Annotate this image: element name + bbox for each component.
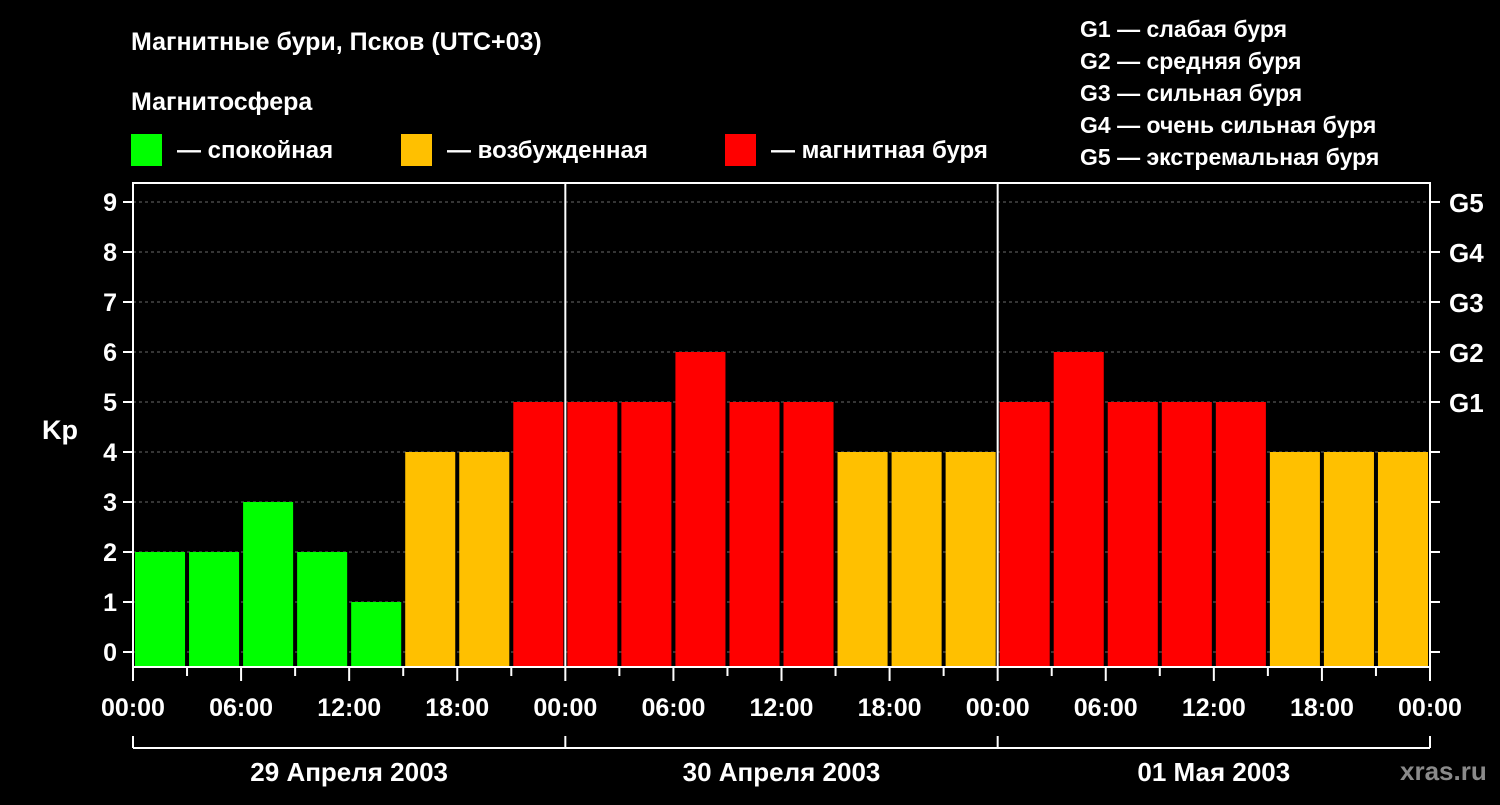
kp-bar xyxy=(567,402,618,667)
kp-bar xyxy=(837,452,888,667)
kp-bar xyxy=(297,552,348,667)
x-tick-label: 18:00 xyxy=(425,694,489,722)
g-scale-label: G4 xyxy=(1449,238,1484,268)
day-label: 30 Апреля 2003 xyxy=(683,757,881,787)
g-legend-g3: G3 — сильная буря xyxy=(1080,80,1302,106)
kp-bar xyxy=(783,402,834,667)
kp-bar xyxy=(1215,402,1266,667)
kp-chart: Магнитные бури, Псков (UTC+03) Магнитосф… xyxy=(42,16,1487,787)
kp-bar xyxy=(621,402,672,667)
legend-swatch-quiet xyxy=(131,134,162,166)
legend-swatch-storm xyxy=(725,134,756,166)
g-scale-label: G2 xyxy=(1449,338,1484,368)
kp-bar xyxy=(729,402,780,667)
chart-container: Магнитные бури, Псков (UTC+03) Магнитосф… xyxy=(0,0,1500,800)
kp-bar xyxy=(1269,452,1320,667)
legend-label-quiet: — спокойная xyxy=(177,137,333,164)
y-tick-label: 6 xyxy=(103,339,117,367)
x-tick-label: 12:00 xyxy=(750,694,814,722)
x-tick-label: 12:00 xyxy=(1182,694,1246,722)
kp-bar xyxy=(891,452,942,667)
kp-bar xyxy=(1107,402,1158,667)
y-axis-title: Kp xyxy=(42,415,78,445)
x-tick-label: 00:00 xyxy=(101,694,165,722)
y-tick-label: 1 xyxy=(103,589,117,617)
kp-bar xyxy=(135,552,186,667)
x-tick-label: 06:00 xyxy=(641,694,705,722)
kp-bar xyxy=(513,402,564,667)
x-tick-label: 12:00 xyxy=(317,694,381,722)
kp-bar xyxy=(1161,402,1212,667)
watermark: xras.ru xyxy=(1400,756,1487,786)
kp-bar xyxy=(1377,452,1428,667)
g-legend-g1: G1 — слабая буря xyxy=(1080,16,1287,42)
y-tick-label: 7 xyxy=(103,289,117,317)
g-legend-g5: G5 — экстремальная буря xyxy=(1080,144,1379,170)
y-tick-label: 9 xyxy=(103,189,117,217)
kp-bar xyxy=(1053,352,1104,667)
legend-heading: Магнитосфера xyxy=(131,88,313,116)
g-scale-label: G5 xyxy=(1449,188,1484,218)
chart-title: Магнитные бури, Псков (UTC+03) xyxy=(131,28,542,56)
x-tick-label: 06:00 xyxy=(209,694,273,722)
x-tick-label: 18:00 xyxy=(858,694,922,722)
legend-label-active: — возбужденная xyxy=(447,137,648,164)
g-scale-label: G3 xyxy=(1449,288,1484,318)
x-tick-label: 00:00 xyxy=(966,694,1030,722)
kp-bar xyxy=(189,552,240,667)
kp-bar xyxy=(243,502,294,667)
x-tick-label: 00:00 xyxy=(533,694,597,722)
kp-bar xyxy=(405,452,456,667)
kp-bar xyxy=(945,452,996,667)
day-label: 01 Мая 2003 xyxy=(1137,757,1290,787)
g-scale-label: G1 xyxy=(1449,388,1484,418)
g-legend-g2: G2 — средняя буря xyxy=(1080,48,1301,74)
kp-bar xyxy=(1323,452,1374,667)
y-tick-label: 0 xyxy=(103,639,117,667)
y-tick-label: 2 xyxy=(103,539,117,567)
x-tick-label: 00:00 xyxy=(1398,694,1462,722)
kp-bar xyxy=(675,352,726,667)
legend-swatch-active xyxy=(401,134,432,166)
bars xyxy=(135,352,1428,667)
y-tick-label: 4 xyxy=(103,439,117,467)
x-tick-label: 06:00 xyxy=(1074,694,1138,722)
y-tick-label: 5 xyxy=(103,389,117,417)
kp-bar xyxy=(999,402,1050,667)
kp-bar xyxy=(459,452,510,667)
y-tick-label: 3 xyxy=(103,489,117,517)
x-tick-label: 18:00 xyxy=(1290,694,1354,722)
kp-bar xyxy=(351,602,402,667)
legend-label-storm: — магнитная буря xyxy=(771,137,988,164)
y-tick-label: 8 xyxy=(103,239,117,267)
g-legend-g4: G4 — очень сильная буря xyxy=(1080,112,1376,138)
day-label: 29 Апреля 2003 xyxy=(250,757,448,787)
